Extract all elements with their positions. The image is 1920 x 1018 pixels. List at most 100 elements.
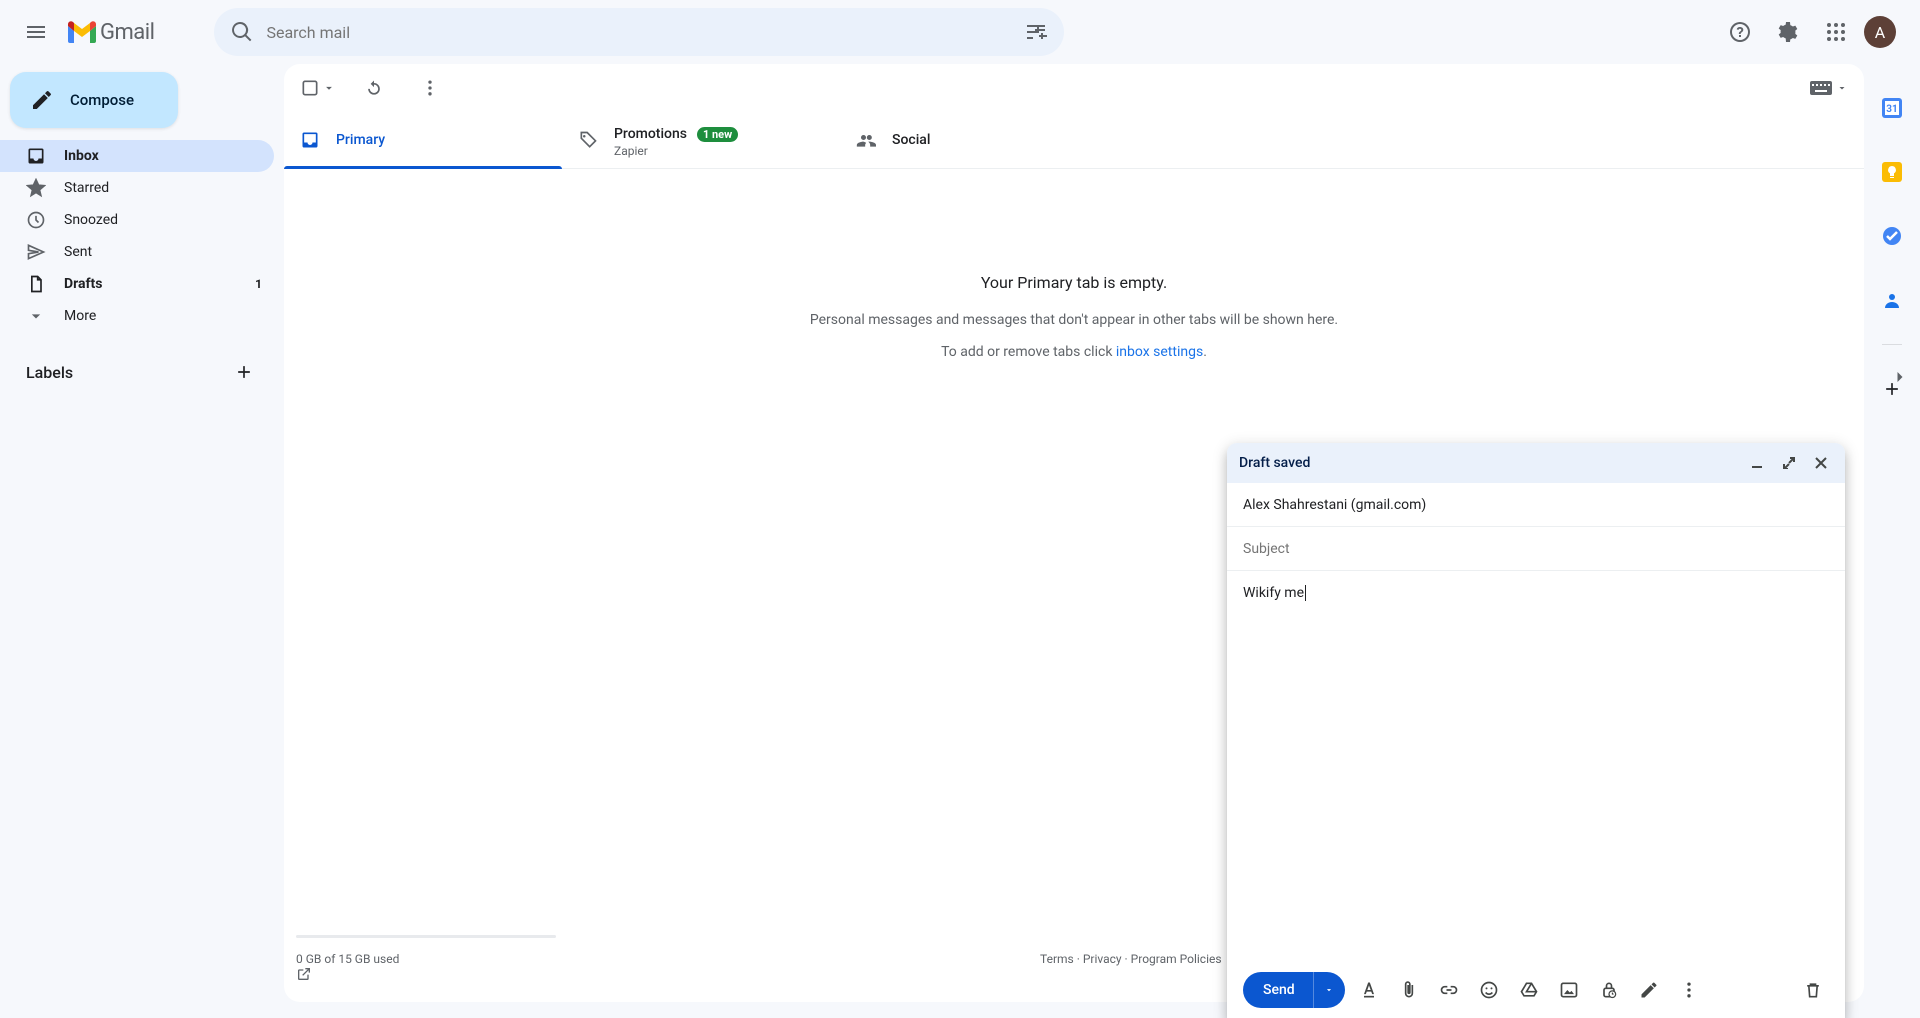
sidebar: Compose Inbox Starred Snoozed Sent Draft… xyxy=(0,64,284,1018)
inbox-icon xyxy=(300,130,320,150)
draft-icon xyxy=(26,274,46,294)
inbox-icon xyxy=(26,146,46,166)
list-toolbar xyxy=(284,64,1864,112)
sidebar-item-inbox[interactable]: Inbox xyxy=(0,140,274,172)
search-options-button[interactable] xyxy=(1016,12,1056,52)
refresh-button[interactable] xyxy=(356,70,392,106)
plus-icon xyxy=(234,362,254,382)
send-button[interactable]: Send xyxy=(1243,972,1345,1008)
category-tabs: Primary Promotions 1 new Zapier Social xyxy=(284,112,1864,169)
inbox-settings-link[interactable]: inbox settings xyxy=(1116,344,1203,360)
compose-window: Draft saved Alex Shahrestani (gmail.com)… xyxy=(1227,443,1845,1018)
image-icon xyxy=(1559,980,1579,1000)
dropdown-caret-icon xyxy=(1836,82,1848,94)
tab-sublabel: Zapier xyxy=(614,144,738,158)
image-button[interactable] xyxy=(1553,974,1585,1006)
clock-icon xyxy=(26,210,46,230)
drive-icon xyxy=(1519,980,1539,1000)
rail-divider xyxy=(1882,344,1902,345)
header: Gmail A xyxy=(0,0,1920,64)
tab-primary[interactable]: Primary xyxy=(284,112,562,168)
side-panel: 31 xyxy=(1864,64,1920,409)
text-format-icon xyxy=(1359,980,1379,1000)
contacts-app-button[interactable] xyxy=(1872,280,1912,320)
search-button[interactable] xyxy=(222,12,262,52)
pen-icon xyxy=(1639,980,1659,1000)
sidebar-item-label: Inbox xyxy=(64,148,99,164)
apps-button[interactable] xyxy=(1816,12,1856,52)
empty-heading: Your Primary tab is empty. xyxy=(981,273,1167,292)
tasks-app-button[interactable] xyxy=(1872,216,1912,256)
input-tool-button[interactable] xyxy=(1810,81,1848,95)
subject-input[interactable] xyxy=(1243,541,1829,557)
empty-line1: Personal messages and messages that don'… xyxy=(810,312,1338,328)
send-options-button[interactable] xyxy=(1313,972,1345,1008)
tasks-icon xyxy=(1882,226,1902,246)
labels-title: Labels xyxy=(26,363,73,382)
sidebar-item-sent[interactable]: Sent xyxy=(0,236,274,268)
search-bar[interactable] xyxy=(214,8,1064,56)
expand-icon xyxy=(1783,457,1795,469)
sidebar-item-starred[interactable]: Starred xyxy=(0,172,274,204)
discard-draft-button[interactable] xyxy=(1797,974,1829,1006)
more-vert-icon xyxy=(1679,980,1699,1000)
keep-app-button[interactable] xyxy=(1872,152,1912,192)
close-button[interactable] xyxy=(1809,451,1833,475)
minimize-icon xyxy=(1750,456,1764,470)
recipients-value: Alex Shahrestani (gmail.com) xyxy=(1243,497,1426,513)
support-button[interactable] xyxy=(1720,12,1760,52)
compose-label: Compose xyxy=(70,91,134,109)
side-panel-toggle[interactable] xyxy=(1880,357,1920,397)
checkbox-icon xyxy=(300,78,320,98)
gmail-logo[interactable]: Gmail xyxy=(68,20,154,45)
signature-button[interactable] xyxy=(1633,974,1665,1006)
storage-open-button[interactable] xyxy=(296,966,556,982)
tune-icon xyxy=(1024,20,1048,44)
compose-header[interactable]: Draft saved xyxy=(1227,443,1845,483)
fullscreen-button[interactable] xyxy=(1777,451,1801,475)
recipients-field[interactable]: Alex Shahrestani (gmail.com) xyxy=(1227,483,1845,527)
subject-field[interactable] xyxy=(1227,527,1845,571)
sidebar-item-snoozed[interactable]: Snoozed xyxy=(0,204,274,236)
hamburger-icon xyxy=(24,20,48,44)
more-options-button[interactable] xyxy=(1673,974,1705,1006)
open-in-new-icon xyxy=(296,966,312,982)
link-button[interactable] xyxy=(1433,974,1465,1006)
header-right: A xyxy=(1720,12,1912,52)
empty-line2: To add or remove tabs click inbox settin… xyxy=(941,344,1207,360)
drive-button[interactable] xyxy=(1513,974,1545,1006)
confidential-button[interactable] xyxy=(1593,974,1625,1006)
dropdown-caret-icon xyxy=(322,81,336,95)
sidebar-item-label: Starred xyxy=(64,180,109,196)
storage-bar xyxy=(296,935,556,938)
dropdown-caret-icon xyxy=(1324,985,1334,995)
search-input[interactable] xyxy=(262,23,1016,42)
sidebar-item-label: Snoozed xyxy=(64,212,118,228)
sidebar-item-drafts[interactable]: Drafts 1 xyxy=(0,268,274,300)
main-menu-button[interactable] xyxy=(12,8,60,56)
minimize-button[interactable] xyxy=(1745,451,1769,475)
sidebar-item-label: Sent xyxy=(64,244,92,260)
formatting-button[interactable] xyxy=(1353,974,1385,1006)
contacts-icon xyxy=(1882,290,1902,310)
gear-icon xyxy=(1776,20,1800,44)
tab-promotions[interactable]: Promotions 1 new Zapier xyxy=(562,112,840,168)
calendar-app-button[interactable]: 31 xyxy=(1872,88,1912,128)
add-label-button[interactable] xyxy=(228,356,260,388)
settings-button[interactable] xyxy=(1768,12,1808,52)
footer-links[interactable]: Terms · Privacy · Program Policies xyxy=(1040,952,1222,966)
tab-label: Primary xyxy=(336,132,385,148)
emoji-button[interactable] xyxy=(1473,974,1505,1006)
chevron-down-icon xyxy=(26,306,46,326)
tab-social[interactable]: Social xyxy=(840,112,1118,168)
attach-button[interactable] xyxy=(1393,974,1425,1006)
compose-button[interactable]: Compose xyxy=(10,72,178,128)
select-all-checkbox[interactable] xyxy=(300,78,336,98)
more-button[interactable] xyxy=(412,70,448,106)
send-label: Send xyxy=(1243,982,1313,998)
sidebar-item-label: Drafts xyxy=(64,276,102,292)
search-icon xyxy=(230,20,254,44)
sidebar-item-more[interactable]: More xyxy=(0,300,274,332)
compose-body[interactable]: Wikify me xyxy=(1227,571,1845,962)
account-avatar[interactable]: A xyxy=(1864,16,1896,48)
